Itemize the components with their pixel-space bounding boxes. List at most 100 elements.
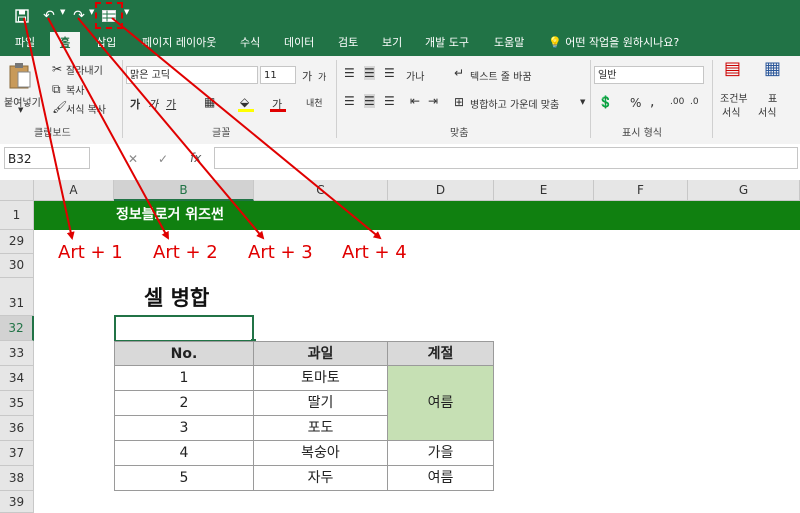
- italic-button[interactable]: 가: [148, 96, 158, 112]
- row-header-39[interactable]: 39: [0, 491, 34, 513]
- row-header-33[interactable]: 33: [0, 341, 34, 366]
- paste-dropdown-icon[interactable]: ▼: [18, 106, 23, 114]
- number-format-select[interactable]: 일반: [594, 66, 704, 84]
- row-header-32[interactable]: 32: [0, 316, 34, 341]
- shrink-font-icon[interactable]: 가: [318, 70, 326, 83]
- font-size-select[interactable]: 11: [260, 66, 296, 84]
- font-name-select[interactable]: 맑은 고딕: [126, 66, 258, 84]
- decrease-decimal-icon[interactable]: .0: [690, 95, 699, 109]
- table-cell-season[interactable]: 가을: [388, 441, 494, 466]
- row-header-30[interactable]: 30: [0, 254, 34, 278]
- redo-dropdown-icon[interactable]: ▼: [89, 8, 94, 16]
- increase-decimal-icon[interactable]: .00: [670, 95, 684, 109]
- format-painter-label[interactable]: 서식 복사: [66, 101, 106, 116]
- merge-center-button[interactable]: 병합하고 가운데 맞춤: [470, 96, 559, 111]
- cut-icon[interactable]: ✂: [52, 62, 62, 76]
- bold-button[interactable]: 가: [130, 96, 140, 112]
- conditional-formatting-icon[interactable]: ▤: [724, 60, 741, 78]
- column-header-g[interactable]: G: [688, 180, 800, 201]
- select-all-corner[interactable]: [0, 180, 34, 201]
- tab-view[interactable]: 보기: [382, 32, 402, 56]
- table-cell-no[interactable]: 3: [114, 416, 254, 441]
- copy-label[interactable]: 복사: [66, 82, 84, 97]
- wrap-text-icon[interactable]: ↵: [454, 66, 464, 80]
- column-header-f[interactable]: F: [594, 180, 688, 201]
- decrease-indent-icon[interactable]: ⇤: [410, 94, 420, 108]
- table-cell-fruit[interactable]: 복숭아: [254, 441, 388, 466]
- table-cell-no[interactable]: 4: [114, 441, 254, 466]
- percent-button[interactable]: %: [630, 96, 641, 110]
- fill-color-icon[interactable]: ⬙: [240, 95, 249, 109]
- tab-home[interactable]: 홈: [50, 32, 80, 56]
- format-as-table-label-1[interactable]: 표: [768, 90, 777, 105]
- tab-developer[interactable]: 개발 도구: [425, 32, 469, 56]
- format-as-table-icon[interactable]: ▦: [764, 60, 781, 78]
- function-icon[interactable]: fx: [190, 151, 201, 165]
- align-middle-icon[interactable]: ☰: [364, 66, 375, 80]
- name-box[interactable]: B32: [4, 147, 90, 169]
- redo-icon[interactable]: ↷: [70, 6, 88, 26]
- align-center-icon[interactable]: ☰: [364, 94, 375, 108]
- copy-icon[interactable]: ⧉: [52, 82, 61, 96]
- grow-font-icon[interactable]: 가: [302, 68, 312, 84]
- paste-icon[interactable]: [8, 62, 38, 94]
- accounting-format-icon[interactable]: 💲: [598, 95, 613, 109]
- merged-season-cell[interactable]: 여름: [388, 366, 494, 441]
- table-cell-fruit[interactable]: 딸기: [254, 391, 388, 416]
- table-cell-fruit[interactable]: 토마토: [254, 366, 388, 391]
- tab-page-layout[interactable]: 페이지 레이아웃: [142, 32, 216, 56]
- comma-button[interactable]: ,: [650, 94, 654, 110]
- merge-center-icon[interactable]: ⊞: [454, 95, 464, 109]
- table-cell-fruit[interactable]: 자두: [254, 466, 388, 491]
- selected-cell-b32[interactable]: [114, 315, 254, 342]
- phonetic-button[interactable]: 내천: [306, 96, 323, 109]
- conditional-formatting-label-1[interactable]: 조건부: [720, 90, 748, 105]
- table-cell-no[interactable]: 1: [114, 366, 254, 391]
- column-header-a[interactable]: A: [34, 180, 114, 201]
- customize-qat-icon[interactable]: ▼: [124, 8, 129, 16]
- increase-indent-icon[interactable]: ⇥: [428, 94, 438, 108]
- tab-formulas[interactable]: 수식: [240, 32, 260, 56]
- row-header-29[interactable]: 29: [0, 230, 34, 254]
- borders-icon[interactable]: ▦: [204, 95, 215, 109]
- conditional-formatting-label-2[interactable]: 서식: [722, 104, 740, 119]
- undo-dropdown-icon[interactable]: ▼: [60, 8, 65, 16]
- format-painter-icon[interactable]: 🖌: [52, 100, 67, 114]
- column-header-d[interactable]: D: [388, 180, 494, 201]
- align-bottom-icon[interactable]: ☰: [384, 66, 395, 80]
- align-left-icon[interactable]: ☰: [344, 94, 355, 108]
- tab-help[interactable]: 도움말: [494, 32, 524, 56]
- table-cell-no[interactable]: 5: [114, 466, 254, 491]
- align-right-icon[interactable]: ☰: [384, 94, 395, 108]
- tab-data[interactable]: 데이터: [284, 32, 314, 56]
- wrap-text-button[interactable]: 텍스트 줄 바꿈: [470, 68, 532, 83]
- column-header-b[interactable]: B: [114, 180, 254, 201]
- column-header-e[interactable]: E: [494, 180, 594, 201]
- column-header-c[interactable]: C: [254, 180, 388, 201]
- tab-review[interactable]: 검토: [338, 32, 358, 56]
- orientation-button[interactable]: 가나: [406, 68, 424, 83]
- row-header-34[interactable]: 34: [0, 366, 34, 391]
- table-cell-no[interactable]: 2: [114, 391, 254, 416]
- tell-me-search[interactable]: 💡 어떤 작업을 원하시나요?: [548, 32, 679, 56]
- enter-icon[interactable]: ✓: [158, 152, 168, 166]
- tab-file[interactable]: 파일: [8, 32, 42, 56]
- cancel-icon[interactable]: ✕: [128, 152, 138, 166]
- format-as-table-label-2[interactable]: 서식: [758, 104, 776, 119]
- row-header-38[interactable]: 38: [0, 466, 34, 491]
- save-icon[interactable]: [12, 6, 32, 26]
- row-header-35[interactable]: 35: [0, 391, 34, 416]
- row-header-37[interactable]: 37: [0, 441, 34, 466]
- formula-input[interactable]: [214, 147, 798, 169]
- table-cell-season[interactable]: 여름: [388, 466, 494, 491]
- align-top-icon[interactable]: ☰: [344, 66, 355, 80]
- underline-button[interactable]: 가: [166, 96, 176, 112]
- table-cell-fruit[interactable]: 포도: [254, 416, 388, 441]
- row-header-36[interactable]: 36: [0, 416, 34, 441]
- row-header-31[interactable]: 31: [0, 278, 34, 316]
- merge-dropdown-icon[interactable]: ▼: [580, 98, 585, 106]
- row-header-1[interactable]: 1: [0, 201, 34, 230]
- undo-icon[interactable]: ↶: [40, 6, 58, 26]
- cut-label[interactable]: 잘라내기: [66, 62, 103, 77]
- tab-insert[interactable]: 삽입: [96, 32, 116, 56]
